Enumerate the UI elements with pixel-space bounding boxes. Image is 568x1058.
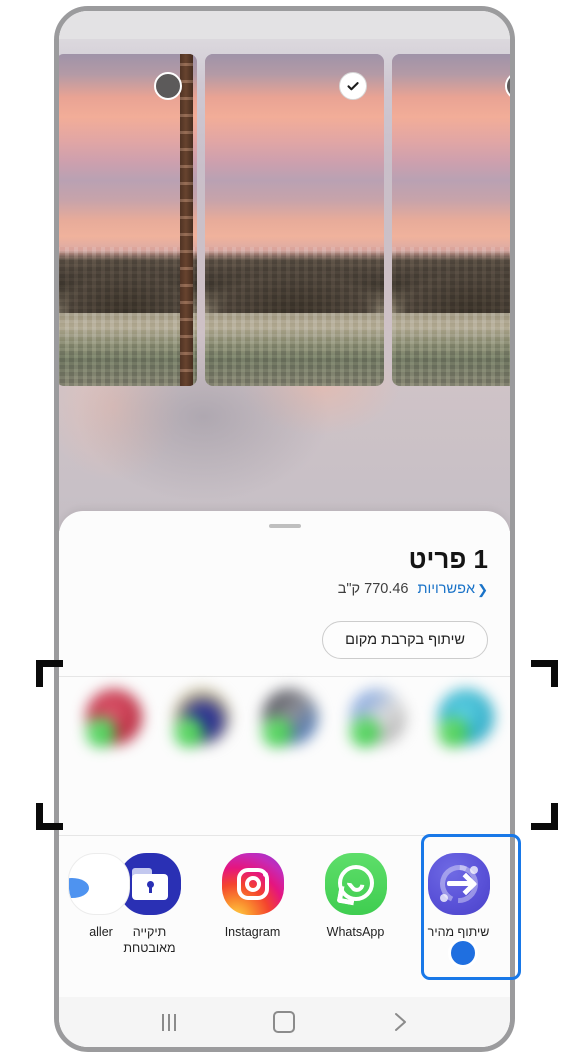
lock-keyhole-icon (146, 881, 154, 893)
caller-icon (68, 853, 130, 915)
photo-thumbnail-3[interactable] (392, 54, 510, 386)
instagram-icon (221, 853, 284, 915)
photo-thumbnail-2-checkmark-icon[interactable] (339, 72, 367, 100)
app-label-caller: aller (89, 925, 113, 939)
suggestion-item[interactable] (334, 689, 422, 755)
recents-icon (161, 1013, 176, 1031)
crop-bracket-bottom-left (36, 803, 63, 830)
item-count-title: 1 פריט (408, 544, 488, 574)
share-sheet-subtitle-row: ❮ אפשרויות 770.46 ק"ב (81, 579, 488, 599)
suggestion-app-badge-icon (350, 717, 380, 747)
photo-thumbnail-1-image (59, 54, 197, 386)
suggestion-app-badge-icon (438, 717, 468, 747)
suggestion-item[interactable] (158, 689, 246, 755)
divider-below-suggestions (59, 835, 510, 836)
system-navigation-bar (59, 997, 510, 1047)
nav-home-button[interactable] (262, 1000, 306, 1044)
whatsapp-icon (324, 853, 387, 915)
instagram-lens (244, 876, 261, 892)
options-link[interactable]: ❮ אפשרויות (417, 579, 488, 599)
crop-bracket-top-right (531, 660, 558, 687)
suggestion-avatar (438, 689, 494, 747)
suggestion-app-badge-icon (86, 717, 116, 747)
share-apps-row: שיתוף מהיר WhatsApp Instagram תיקייה מאו… (59, 841, 510, 976)
sheet-drag-handle[interactable] (268, 524, 301, 528)
chevron-left-icon: ❮ (477, 581, 488, 597)
suggestion-app-badge-icon (262, 717, 292, 747)
share-sheet-header: 1 פריט ❮ אפשרויות 770.46 ק"ב (59, 543, 510, 599)
phone-screen: 1 פריט ❮ אפשרויות 770.46 ק"ב שיתוף בקרבת… (59, 11, 510, 1047)
crop-bracket-bottom-right (531, 803, 558, 830)
quick-share-icon (427, 853, 490, 915)
suggestion-avatar (262, 689, 318, 747)
nearby-share-button-label: שיתוף בקרבת מקום (345, 632, 465, 648)
back-chevron-icon (395, 1013, 407, 1031)
photo-thumbnail-1-selection-circle-icon[interactable] (154, 72, 182, 100)
quick-share-cap-1 (469, 866, 478, 874)
home-icon (273, 1011, 296, 1033)
nav-recents-button[interactable] (147, 1000, 191, 1044)
app-item-caller[interactable]: aller (68, 853, 130, 940)
suggestion-avatar (86, 689, 142, 747)
photo-thumbnail-strip (59, 54, 510, 386)
photo-thumbnail-1-pole (180, 54, 193, 386)
suggestion-app-badge-icon (174, 717, 204, 747)
instagram-flash-dot (262, 872, 268, 877)
app-item-instagram[interactable]: Instagram (201, 853, 304, 940)
app-label-whatsapp: WhatsApp (326, 925, 385, 939)
file-size-label: 770.46 ק"ב (337, 581, 409, 597)
quick-share-cap-2 (439, 894, 448, 902)
app-item-whatsapp[interactable]: WhatsApp (304, 853, 407, 940)
options-link-label: אפשרויות (417, 581, 476, 597)
suggestion-avatar (174, 689, 230, 747)
suggestion-item[interactable] (70, 689, 158, 755)
status-bar-strip (59, 11, 510, 39)
suggestion-item[interactable] (246, 689, 334, 755)
share-suggestions-row (59, 677, 510, 835)
touch-point-indicator (448, 938, 478, 968)
phone-device-frame: 1 פריט ❮ אפשרויות 770.46 ק"ב שיתוף בקרבת… (54, 6, 515, 1052)
photo-thumbnail-3-image (392, 54, 510, 386)
app-label-instagram: Instagram (224, 925, 281, 939)
suggestion-avatar (350, 689, 406, 747)
crop-bracket-top-left (36, 660, 63, 687)
photo-thumbnail-2[interactable] (205, 54, 384, 386)
photo-thumbnail-2-image (205, 54, 384, 386)
nearby-share-button[interactable]: שיתוף בקרבת מקום (322, 621, 488, 659)
photo-thumbnail-1[interactable] (59, 54, 197, 386)
share-sheet-panel: 1 פריט ❮ אפשרויות 770.46 ק"ב שיתוף בקרבת… (59, 511, 510, 1047)
nav-back-button[interactable] (378, 1000, 422, 1044)
arrow-right-icon (446, 881, 471, 886)
suggestion-item[interactable] (422, 689, 510, 755)
app-item-quick-share[interactable]: שיתוף מהיר (407, 853, 510, 940)
